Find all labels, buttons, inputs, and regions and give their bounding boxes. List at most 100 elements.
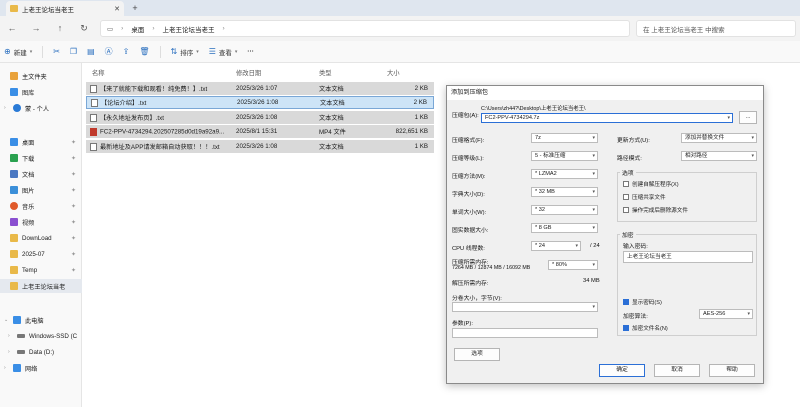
chevron-down-icon: ▾ bbox=[592, 135, 595, 141]
close-tab-icon[interactable]: ✕ bbox=[114, 5, 120, 13]
sidebar-item-personal[interactable]: › 蒙 - 个人 bbox=[0, 101, 82, 115]
file-row[interactable]: 最新地址及APP请发邮箱自动获取！！！.txt 2025/3/26 1:08 文… bbox=[86, 140, 434, 153]
sidebar-item-drive-d[interactable]: › Data (D:) bbox=[0, 345, 82, 359]
column-header-size[interactable]: 大小 bbox=[387, 68, 400, 77]
sidebar-item-network[interactable]: › 网络 bbox=[0, 361, 82, 375]
split-combo[interactable]: ▾ bbox=[452, 302, 598, 312]
address-bar[interactable]: ▭ › 桌面 › 上老王论坛当老王 › bbox=[100, 20, 630, 37]
sidebar-item-temp[interactable]: Temp ✦ bbox=[0, 263, 82, 277]
path-mode-label: 路径模式: bbox=[617, 156, 642, 162]
sidebar-item-drive-c[interactable]: › Windows-SSD (C bbox=[0, 329, 82, 343]
method-select[interactable]: * LZMA2 ▾ bbox=[531, 169, 598, 179]
tab-current-folder[interactable]: 上老王论坛当老王 ✕ bbox=[6, 1, 124, 16]
sort-button[interactable]: ⇅ 排序 ▾ bbox=[171, 47, 199, 57]
path-mode-select[interactable]: 相对路径 ▾ bbox=[681, 151, 757, 161]
compress-shared-checkbox[interactable]: 压缩共享文件 bbox=[623, 193, 666, 201]
view-button[interactable]: ☰ 查看 ▾ bbox=[209, 47, 238, 57]
sidebar-item-music[interactable]: 音乐 ✦ bbox=[0, 199, 82, 213]
breadcrumb-folder[interactable]: 上老王论坛当老王 bbox=[163, 24, 215, 34]
column-header-date[interactable]: 修改日期 bbox=[236, 68, 261, 77]
file-name-text: 【永久地址发布页】.txt bbox=[100, 114, 164, 122]
update-mode-select[interactable]: 添加并替换文件 ▾ bbox=[681, 133, 757, 143]
text-file-icon bbox=[90, 85, 97, 94]
sidebar-item-downloads[interactable]: 下载 ✦ bbox=[0, 151, 82, 165]
column-header-type[interactable]: 类型 bbox=[319, 68, 332, 77]
file-name-text: 最新地址及APP请发邮箱自动获取！！！.txt bbox=[100, 143, 220, 151]
pin-icon: ✦ bbox=[70, 251, 76, 258]
ok-button[interactable]: 确定 bbox=[599, 364, 645, 377]
chevron-right-icon: › bbox=[121, 25, 124, 32]
forward-icon[interactable]: → bbox=[30, 22, 42, 34]
chevron-right-icon[interactable]: › bbox=[8, 349, 13, 355]
help-button[interactable]: 帮助 bbox=[709, 364, 755, 377]
delete-after-checkbox[interactable]: 操作完成后删除源文件 bbox=[623, 206, 688, 214]
password-value: 上老王论坛当老王 bbox=[627, 254, 672, 260]
back-icon[interactable]: ← bbox=[6, 22, 18, 34]
encrypt-names-checkbox[interactable]: 加密文件名(N) bbox=[623, 324, 668, 332]
file-size: 2 KB bbox=[413, 99, 427, 106]
create-sfx-checkbox[interactable]: 创建自解压程序(X) bbox=[623, 180, 679, 188]
archive-name-combo[interactable]: FC2-PPV-4734294.7z ▾ bbox=[481, 113, 733, 123]
chevron-right-icon[interactable]: › bbox=[4, 105, 9, 111]
network-icon bbox=[13, 364, 21, 372]
paste-icon[interactable]: ▤ bbox=[87, 47, 95, 56]
password-input[interactable]: 上老王论坛当老王 bbox=[623, 251, 753, 263]
sidebar-item-videos[interactable]: 视频 ✦ bbox=[0, 215, 82, 229]
file-row-selected[interactable]: 【论坛介绍】.txt 2025/3/26 1:08 文本文档 2 KB bbox=[86, 96, 434, 109]
new-tab-icon[interactable]: + bbox=[129, 2, 141, 14]
browse-button[interactable]: ... bbox=[739, 111, 757, 124]
options-button[interactable]: 选项 bbox=[454, 348, 500, 361]
file-row[interactable]: 【永久地址发布页】.txt 2025/3/26 1:08 文本文档 1 KB bbox=[86, 111, 434, 124]
view-icon: ☰ bbox=[208, 47, 216, 56]
sidebar-item-this-pc[interactable]: ⌄ 此电脑 bbox=[0, 313, 82, 327]
file-name: 【论坛介绍】.txt bbox=[91, 98, 237, 108]
up-icon[interactable]: ↑ bbox=[54, 22, 66, 34]
memory-select[interactable]: * 80% ▾ bbox=[548, 260, 598, 270]
column-header-name[interactable]: 名称 bbox=[92, 68, 105, 77]
chevron-down-icon[interactable]: ⌄ bbox=[4, 317, 9, 323]
sidebar-item-home[interactable]: 主文件夹 bbox=[0, 69, 82, 83]
divider bbox=[159, 45, 161, 58]
rename-icon[interactable]: Ⓐ bbox=[105, 46, 113, 57]
solid-select[interactable]: * 8 GB ▾ bbox=[531, 223, 598, 233]
cut-icon[interactable]: ✂ bbox=[53, 47, 60, 56]
music-icon bbox=[10, 202, 18, 210]
sidebar-item-documents[interactable]: 文档 ✦ bbox=[0, 167, 82, 181]
file-row[interactable]: FC2-PPV-4734294.202507285d0d19a92a9... 2… bbox=[86, 125, 434, 138]
chevron-down-icon: ▾ bbox=[751, 153, 754, 159]
update-mode-value: 添加并替换文件 bbox=[685, 135, 725, 141]
file-date: 2025/3/26 1:07 bbox=[236, 85, 278, 92]
level-select[interactable]: 5 - 标准压缩 ▾ bbox=[531, 151, 598, 161]
sidebar-item-download-folder[interactable]: DownLoad ✦ bbox=[0, 231, 82, 245]
file-row[interactable]: 【来了就能下载和观看！纯免费！】.txt 2025/3/26 1:07 文本文档… bbox=[86, 82, 434, 95]
word-select[interactable]: * 32 ▾ bbox=[531, 205, 598, 215]
search-input[interactable]: 在 上老王论坛当老王 中搜索 bbox=[636, 20, 796, 37]
copy-icon[interactable]: ❐ bbox=[70, 47, 77, 56]
chevron-down-icon: ▾ bbox=[575, 243, 578, 249]
threads-select[interactable]: * 24 ▾ bbox=[531, 241, 581, 251]
format-select[interactable]: 7z ▾ bbox=[531, 133, 598, 143]
pin-icon: ✦ bbox=[70, 267, 76, 274]
sidebar-item-gallery[interactable]: 图库 bbox=[0, 85, 82, 99]
sidebar-item-2025-07[interactable]: 2025-07 ✦ bbox=[0, 247, 82, 261]
sidebar-item-current-folder[interactable]: 上老王论坛当老 bbox=[0, 279, 82, 293]
download-icon bbox=[10, 154, 18, 162]
chevron-right-icon[interactable]: › bbox=[4, 365, 9, 371]
more-options-button[interactable]: ··· bbox=[247, 48, 254, 55]
encryption-method-select[interactable]: AES-256 ▾ bbox=[699, 309, 753, 319]
solid-label: 固实数据大小: bbox=[452, 228, 489, 234]
share-icon[interactable]: ⇪ bbox=[123, 47, 130, 56]
show-password-checkbox[interactable]: 显示密码(S) bbox=[623, 298, 662, 306]
chevron-right-icon[interactable]: › bbox=[8, 333, 13, 339]
sidebar-item-pictures[interactable]: 图片 ✦ bbox=[0, 183, 82, 197]
cancel-button[interactable]: 取消 bbox=[654, 364, 700, 377]
delete-icon[interactable]: 🗑 bbox=[139, 47, 149, 56]
breadcrumb-desktop[interactable]: 桌面 bbox=[131, 24, 144, 34]
parameters-input[interactable] bbox=[452, 328, 598, 338]
text-file-icon bbox=[90, 143, 97, 152]
dict-select[interactable]: * 32 MB ▾ bbox=[531, 187, 598, 197]
refresh-icon[interactable]: ↻ bbox=[78, 22, 90, 34]
new-button[interactable]: ⊕ 新建 ▾ bbox=[4, 47, 32, 57]
sidebar-item-desktop[interactable]: 桌面 ✦ bbox=[0, 135, 82, 149]
chevron-right-icon: › bbox=[222, 25, 225, 32]
